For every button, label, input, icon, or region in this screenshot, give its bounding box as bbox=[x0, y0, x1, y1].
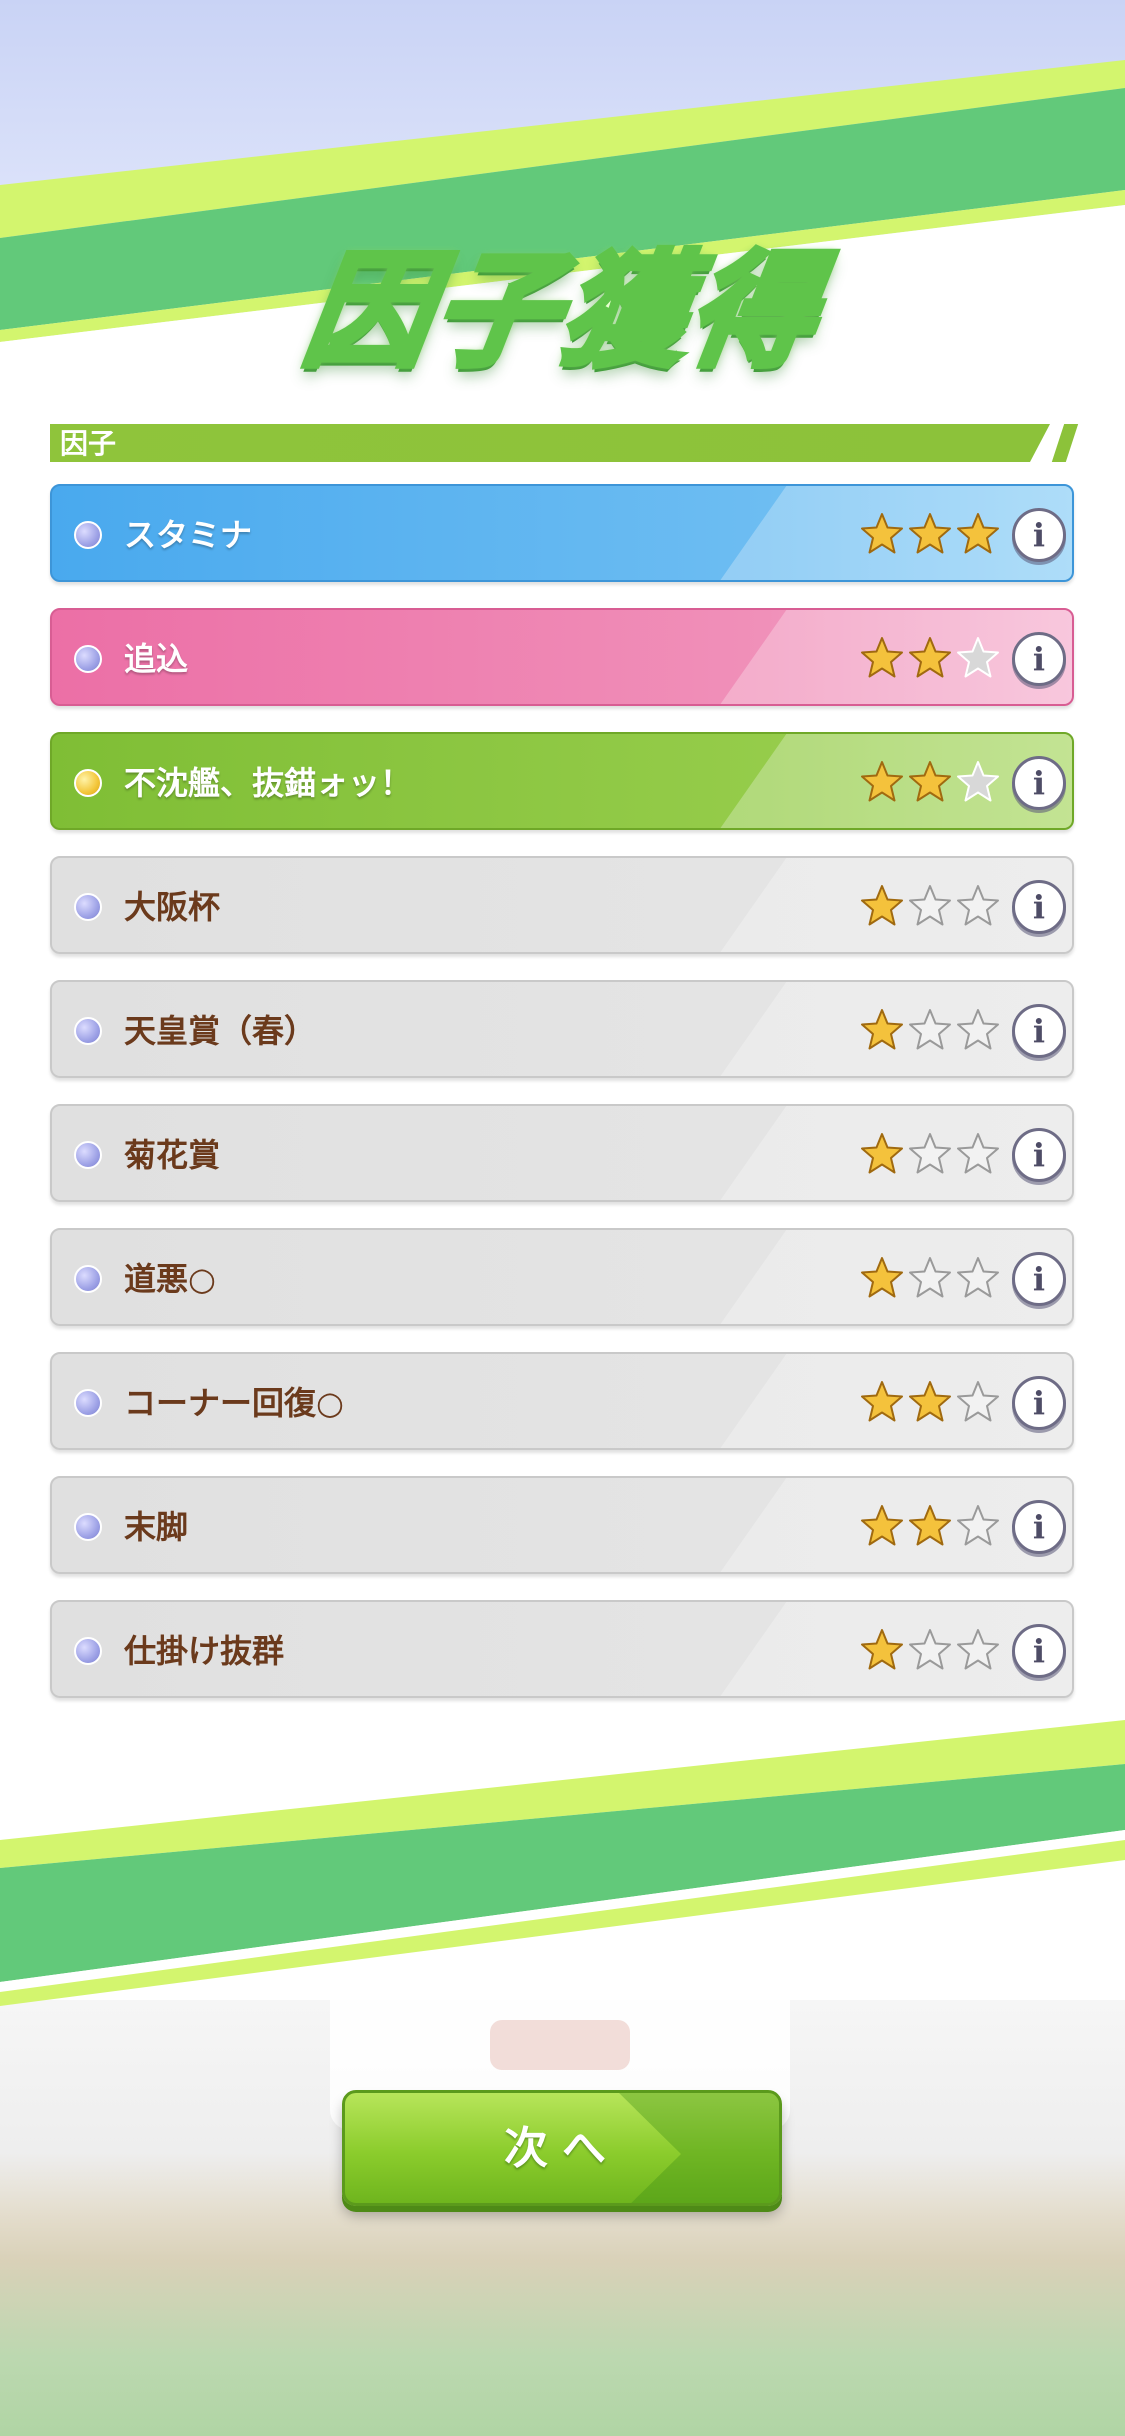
info-icon[interactable]: i bbox=[1012, 508, 1066, 562]
factor-name: 仕掛け抜群 bbox=[124, 1632, 285, 1670]
info-icon[interactable]: i bbox=[1012, 756, 1066, 810]
star-filled-icon bbox=[861, 1629, 903, 1670]
screen-title: 因子獲得 bbox=[293, 237, 831, 387]
star-empty-icon bbox=[957, 1009, 999, 1050]
star-filled-icon bbox=[861, 1381, 903, 1422]
factor-name: 末脚 bbox=[124, 1508, 189, 1546]
info-icon[interactable]: i bbox=[1012, 880, 1066, 934]
star-filled-icon bbox=[861, 1133, 903, 1174]
factor-row[interactable]: コーナー回復○ i bbox=[50, 1352, 1074, 1450]
star-filled-icon bbox=[861, 513, 903, 554]
orb-icon bbox=[74, 521, 102, 549]
orb-icon bbox=[74, 769, 102, 797]
star-filled-icon bbox=[909, 637, 951, 678]
factor-name: 大阪杯 bbox=[124, 888, 221, 926]
star-filled-icon bbox=[861, 761, 903, 802]
orb-icon bbox=[74, 1513, 102, 1541]
info-icon[interactable]: i bbox=[1012, 1004, 1066, 1058]
star-filled-icon bbox=[957, 513, 999, 554]
star-empty-icon bbox=[909, 1257, 951, 1298]
star-filled-icon bbox=[861, 885, 903, 926]
star-empty-icon bbox=[957, 1629, 999, 1670]
star-filled-icon bbox=[909, 1505, 951, 1546]
star-filled-icon bbox=[861, 1257, 903, 1298]
star-empty-icon bbox=[957, 885, 999, 926]
orb-icon bbox=[74, 1017, 102, 1045]
orb-icon bbox=[74, 1389, 102, 1417]
factor-name: 不沈艦、抜錨ォッ！ bbox=[124, 764, 413, 802]
factor-row[interactable]: 不沈艦、抜錨ォッ！ i bbox=[50, 732, 1074, 830]
section-header-label: 因子 bbox=[60, 427, 117, 460]
info-icon[interactable]: i bbox=[1012, 632, 1066, 686]
star-filled-icon bbox=[909, 1381, 951, 1422]
section-header-bar bbox=[50, 424, 1050, 462]
factor-name: 天皇賞（春） bbox=[124, 1012, 317, 1050]
info-icon[interactable]: i bbox=[1012, 1376, 1066, 1430]
section-header: 因子 bbox=[50, 424, 1079, 462]
star-empty-icon bbox=[957, 1381, 999, 1422]
star-empty-icon bbox=[957, 1257, 999, 1298]
star-empty-icon bbox=[909, 1629, 951, 1670]
star-empty-icon bbox=[909, 1009, 951, 1050]
star-empty-icon bbox=[957, 637, 999, 678]
star-empty-icon bbox=[957, 1133, 999, 1174]
factor-name: 道悪○ bbox=[124, 1260, 216, 1298]
star-empty-icon bbox=[909, 885, 951, 926]
star-filled-icon bbox=[861, 1505, 903, 1546]
info-icon[interactable]: i bbox=[1012, 1252, 1066, 1306]
orb-icon bbox=[74, 893, 102, 921]
factor-name: コーナー回復○ bbox=[124, 1384, 344, 1422]
factor-row[interactable]: 大阪杯 i bbox=[50, 856, 1074, 954]
next-button-label: 次へ bbox=[504, 2123, 620, 2174]
star-filled-icon bbox=[909, 761, 951, 802]
factor-row[interactable]: 仕掛け抜群 i bbox=[50, 1600, 1074, 1698]
info-icon[interactable]: i bbox=[1012, 1624, 1066, 1678]
star-empty-icon bbox=[957, 761, 999, 802]
bottom-background bbox=[0, 1720, 1125, 2436]
factor-row[interactable]: 追込 i bbox=[50, 608, 1074, 706]
orb-icon bbox=[74, 1637, 102, 1665]
factor-row[interactable]: 天皇賞（春） i bbox=[50, 980, 1074, 1078]
factor-row[interactable]: 末脚 i bbox=[50, 1476, 1074, 1574]
section-header-tail bbox=[1051, 424, 1079, 462]
factor-name: スタミナ bbox=[124, 516, 253, 554]
factor-row[interactable]: 菊花賞 i bbox=[50, 1104, 1074, 1202]
info-icon[interactable]: i bbox=[1012, 1128, 1066, 1182]
orb-icon bbox=[74, 1265, 102, 1293]
star-empty-icon bbox=[909, 1133, 951, 1174]
star-filled-icon bbox=[861, 1009, 903, 1050]
star-filled-icon bbox=[909, 513, 951, 554]
star-empty-icon bbox=[957, 1505, 999, 1546]
info-icon[interactable]: i bbox=[1012, 1500, 1066, 1554]
factor-name: 追込 bbox=[124, 640, 189, 678]
factor-row[interactable]: スタミナ i bbox=[50, 484, 1074, 582]
star-filled-icon bbox=[861, 637, 903, 678]
factor-name: 菊花賞 bbox=[124, 1136, 221, 1174]
orb-icon bbox=[74, 1141, 102, 1169]
factor-row[interactable]: 道悪○ i bbox=[50, 1228, 1074, 1326]
next-button[interactable]: 次へ bbox=[342, 2090, 782, 2206]
orb-icon bbox=[74, 645, 102, 673]
